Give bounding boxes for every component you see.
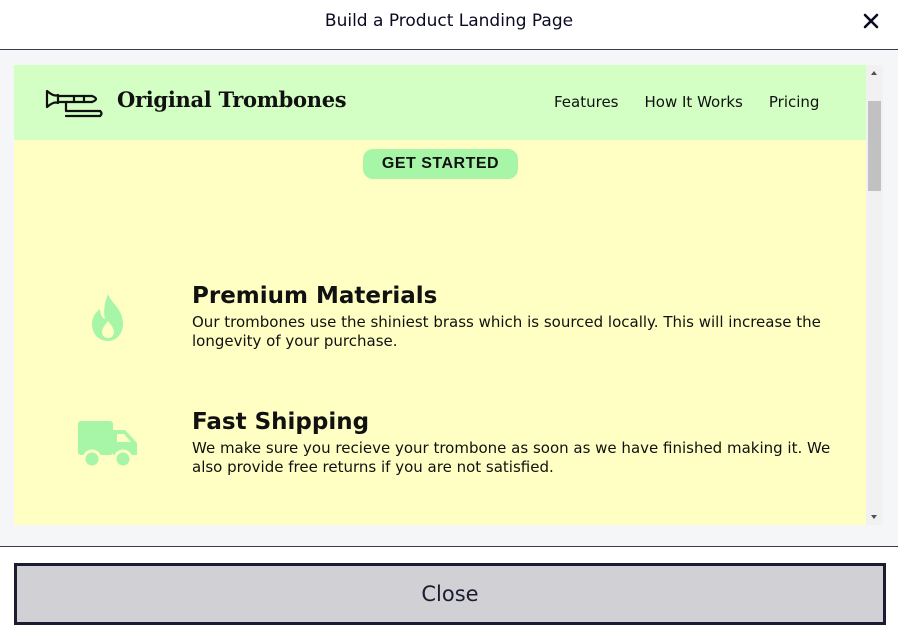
feature-description: We make sure you recieve your trombone a… <box>192 439 831 476</box>
modal-header: Build a Product Landing Page <box>0 0 898 50</box>
feature-title: Fast Shipping <box>192 409 370 435</box>
modal-footer: Close <box>0 546 898 639</box>
site-header: Original Trombones Features How It Works… <box>14 65 866 140</box>
scroll-down-arrow-icon[interactable] <box>866 508 883 525</box>
trombone-icon <box>44 81 104 121</box>
get-started-button[interactable]: GET STARTED <box>363 149 518 179</box>
scrollbar-thumb[interactable] <box>868 101 881 191</box>
close-button[interactable]: Close <box>14 563 886 625</box>
modal-title: Build a Product Landing Page <box>324 11 574 31</box>
nav-link-pricing[interactable]: Pricing <box>769 93 820 111</box>
truck-icon <box>77 420 139 475</box>
nav-link-how-it-works[interactable]: How It Works <box>645 93 743 111</box>
preview-frame[interactable]: Original Trombones Features How It Works… <box>14 65 866 525</box>
close-x-icon[interactable] <box>860 10 882 32</box>
feature-title: Premium Materials <box>192 283 438 309</box>
brand-name: Original Trombones <box>117 87 347 112</box>
feature-description: Our trombones use the shiniest brass whi… <box>192 313 821 350</box>
scroll-up-arrow-icon[interactable] <box>866 65 883 82</box>
fire-icon <box>89 293 127 348</box>
modal-dialog: Build a Product Landing Page Original Tr… <box>0 0 898 639</box>
site-nav: Features How It Works Pricing <box>554 93 845 111</box>
nav-link-features[interactable]: Features <box>554 93 619 111</box>
preview-area: Original Trombones Features How It Works… <box>0 50 898 546</box>
vertical-scrollbar[interactable] <box>866 65 883 525</box>
